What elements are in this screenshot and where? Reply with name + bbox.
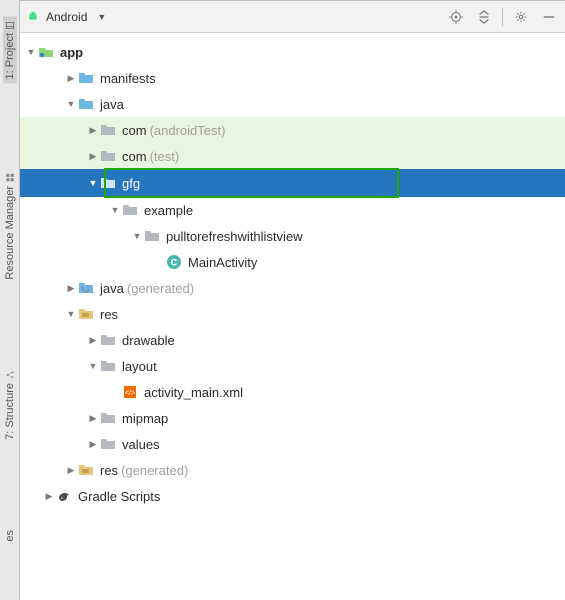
tree-label: Gradle Scripts: [78, 489, 160, 504]
sidebar-tab-project[interactable]: 1: Project: [3, 16, 17, 83]
project-tree: ▼ app ▶ manifests ▼ java ▶ com(androidTest) ▶ c…: [20, 33, 565, 515]
tree-label: mipmap: [122, 411, 168, 426]
expand-arrow[interactable]: ▶: [64, 465, 78, 476]
tree-row[interactable]: ▼ example: [20, 197, 565, 223]
tree-suffix: (generated): [121, 463, 188, 478]
folder-res-icon: [78, 306, 94, 322]
view-label: Android: [46, 10, 87, 24]
tree-row[interactable]: ▶ drawable: [20, 327, 565, 353]
tree-row[interactable]: ▶ manifests: [20, 65, 565, 91]
tree-label: java: [100, 97, 124, 112]
tree-row[interactable]: ▶ java(generated): [20, 275, 565, 301]
tree-label: example: [144, 203, 193, 218]
tree-label: java: [100, 281, 124, 296]
tree-row[interactable]: ▼ java: [20, 91, 565, 117]
target-button[interactable]: [446, 7, 466, 27]
folder-grey-icon: [144, 228, 160, 244]
expand-arrow[interactable]: ▶: [86, 413, 100, 424]
tree-row[interactable]: ▶ com(test): [20, 143, 565, 169]
tree-label: res: [100, 307, 118, 322]
tree-label: com: [122, 149, 147, 164]
folder-grey-icon: [100, 410, 116, 426]
sidebar-tab-partial[interactable]: es: [4, 530, 16, 542]
svg-text:</>: </>: [125, 390, 135, 397]
expand-arrow[interactable]: ▼: [64, 309, 78, 319]
settings-button[interactable]: [511, 7, 531, 27]
folder-grey-icon: [100, 122, 116, 138]
module-icon: [38, 44, 54, 60]
folder-grey-icon: [100, 358, 116, 374]
tree-row[interactable]: ▶ Gradle Scripts: [20, 483, 565, 509]
tree-label: layout: [122, 359, 157, 374]
class-c-icon: C: [166, 254, 182, 270]
expand-arrow[interactable]: ▼: [108, 205, 122, 215]
tree-label: drawable: [122, 333, 175, 348]
tree-label: res: [100, 463, 118, 478]
sidebar-tab-resource-manager[interactable]: Resource Manager: [4, 173, 16, 280]
tree-row[interactable]: ▶</>activity_main.xml: [20, 379, 565, 405]
tree-label: activity_main.xml: [144, 385, 243, 400]
expand-arrow[interactable]: ▶: [64, 73, 78, 84]
expand-arrow[interactable]: ▼: [24, 47, 38, 57]
tree-label: values: [122, 437, 160, 452]
folder-blue-icon: [78, 96, 94, 112]
tree-label: gfg: [122, 176, 140, 191]
minimize-button[interactable]: [539, 7, 559, 27]
tree-row[interactable]: ▼ res: [20, 301, 565, 327]
tree-label: app: [60, 45, 83, 60]
expand-arrow[interactable]: ▶: [42, 491, 56, 502]
expand-arrow[interactable]: ▼: [86, 361, 100, 371]
structure-sidebar-icon: [5, 370, 15, 380]
expand-arrow[interactable]: ▼: [64, 99, 78, 109]
tree-label: com: [122, 123, 147, 138]
tree-label: pulltorefreshwithlistview: [166, 229, 303, 244]
expand-arrow[interactable]: ▶: [64, 283, 78, 294]
tree-row[interactable]: ▶ values: [20, 431, 565, 457]
highlight-box: [104, 168, 399, 198]
folder-grey-icon: [100, 148, 116, 164]
folder-blue-icon: [78, 70, 94, 86]
tree-row[interactable]: ▶CMainActivity: [20, 249, 565, 275]
tree-suffix: (androidTest): [150, 123, 226, 138]
folder-res-icon: [78, 462, 94, 478]
dropdown-arrow-icon: ▼: [97, 12, 106, 22]
folder-gen-icon: [78, 280, 94, 296]
svg-text:C: C: [171, 258, 178, 268]
expand-arrow[interactable]: ▶: [86, 439, 100, 450]
toolbar-divider: [502, 8, 503, 26]
view-selector[interactable]: Android ▼: [26, 10, 106, 24]
tree-label: manifests: [100, 71, 156, 86]
android-icon: [26, 10, 40, 24]
sidebar-tab-structure[interactable]: 7: Structure: [4, 370, 16, 440]
tree-row[interactable]: ▶ mipmap: [20, 405, 565, 431]
expand-arrow[interactable]: ▼: [86, 178, 100, 188]
expand-arrow[interactable]: ▶: [86, 125, 100, 136]
tree-row[interactable]: ▶ com(androidTest): [20, 117, 565, 143]
tree-row-selected[interactable]: ▼ gfg: [20, 169, 565, 197]
tree-row[interactable]: ▼ pulltorefreshwithlistview: [20, 223, 565, 249]
expand-arrow[interactable]: ▶: [86, 335, 100, 346]
tree-row[interactable]: ▶ res(generated): [20, 457, 565, 483]
expand-arrow[interactable]: ▶: [86, 151, 100, 162]
project-sidebar-icon: [5, 20, 15, 30]
gradle-icon: [56, 488, 72, 504]
folder-grey-icon: [100, 332, 116, 348]
folder-grey-icon: [100, 175, 116, 191]
resource-icon: [5, 173, 15, 183]
tool-sidebar: 1: Project Resource Manager 7: Structure…: [0, 0, 20, 600]
tree-suffix: (generated): [127, 281, 194, 296]
project-toolbar: Android ▼: [20, 1, 565, 33]
tree-row-app[interactable]: ▼ app: [20, 39, 565, 65]
tree-row[interactable]: ▼ layout: [20, 353, 565, 379]
tree-suffix: (test): [150, 149, 180, 164]
tree-label: MainActivity: [188, 255, 257, 270]
collapse-all-button[interactable]: [474, 7, 494, 27]
folder-grey-icon: [100, 436, 116, 452]
folder-grey-icon: [122, 202, 138, 218]
expand-arrow[interactable]: ▼: [130, 231, 144, 241]
xml-icon: </>: [122, 384, 138, 400]
